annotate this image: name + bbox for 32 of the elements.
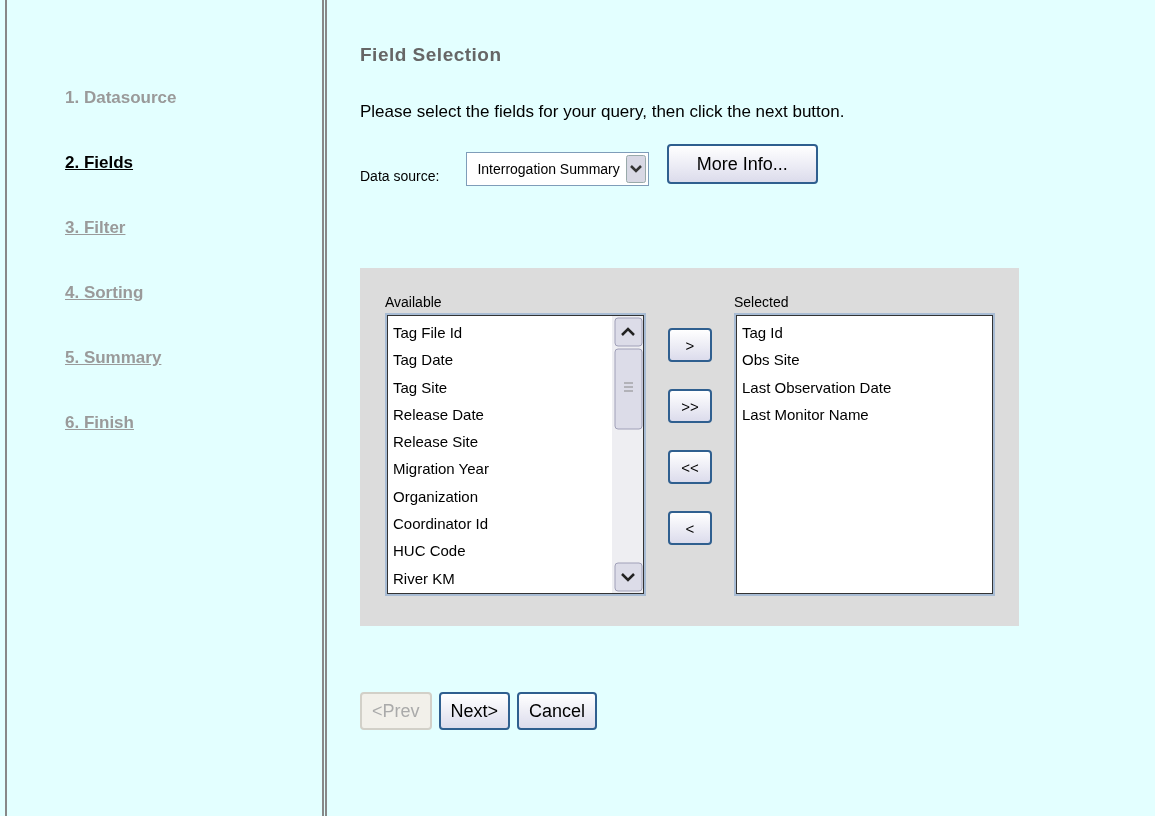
dropdown-caret-icon	[625, 155, 646, 183]
list-item[interactable]: Release Date	[393, 400, 612, 429]
nav-button[interactable]: Next>	[438, 692, 511, 730]
instruction-text: Please select the fields for your query, then click the next button.	[360, 102, 846, 122]
data-source-dropdown[interactable]: Interrogation Summary	[466, 152, 649, 186]
list-item[interactable]: River KM	[393, 564, 612, 592]
move-button[interactable]: >>	[668, 389, 712, 423]
list-item[interactable]: Last Observation Date	[742, 373, 993, 401]
selected-label: Selected	[734, 294, 790, 310]
list-item[interactable]: Organization	[393, 482, 612, 511]
list-item[interactable]: Obs Site	[742, 346, 993, 374]
list-item[interactable]: Tag Id	[742, 319, 993, 347]
step-link[interactable]: 2. Fields	[65, 151, 134, 175]
available-list[interactable]: Tag File Id Tag Date Tag Site Release Date Release Site Migration Year Organization Coordinator Id HUC Code River KM	[385, 313, 646, 596]
list-item[interactable]: Release Site	[393, 428, 612, 456]
list-item[interactable]: Tag Site	[393, 373, 612, 401]
move-button[interactable]: <	[668, 511, 712, 545]
data-source-label: Data source:	[360, 168, 440, 184]
page-title: Field Selection	[360, 44, 503, 66]
nav-button[interactable]: Cancel	[517, 692, 598, 730]
list-item[interactable]: Migration Year	[393, 455, 612, 483]
move-button[interactable]: <<	[668, 450, 712, 484]
scrollbar-drawing[interactable]	[612, 315, 644, 594]
list-item[interactable]: Last Monitor Name	[742, 400, 993, 429]
list-item[interactable]: Tag Date	[393, 346, 612, 374]
list-item[interactable]: HUC Code	[393, 537, 612, 565]
available-label: Available	[385, 294, 443, 310]
move-button[interactable]: >	[668, 328, 712, 362]
more-info-button[interactable]: More Info...	[666, 144, 818, 184]
selected-list[interactable]: Tag Id Obs Site Last Observation Date Last Monitor Name	[734, 313, 995, 596]
list-item[interactable]: Tag File Id	[393, 319, 612, 347]
list-item[interactable]: Coordinator Id	[393, 510, 612, 538]
